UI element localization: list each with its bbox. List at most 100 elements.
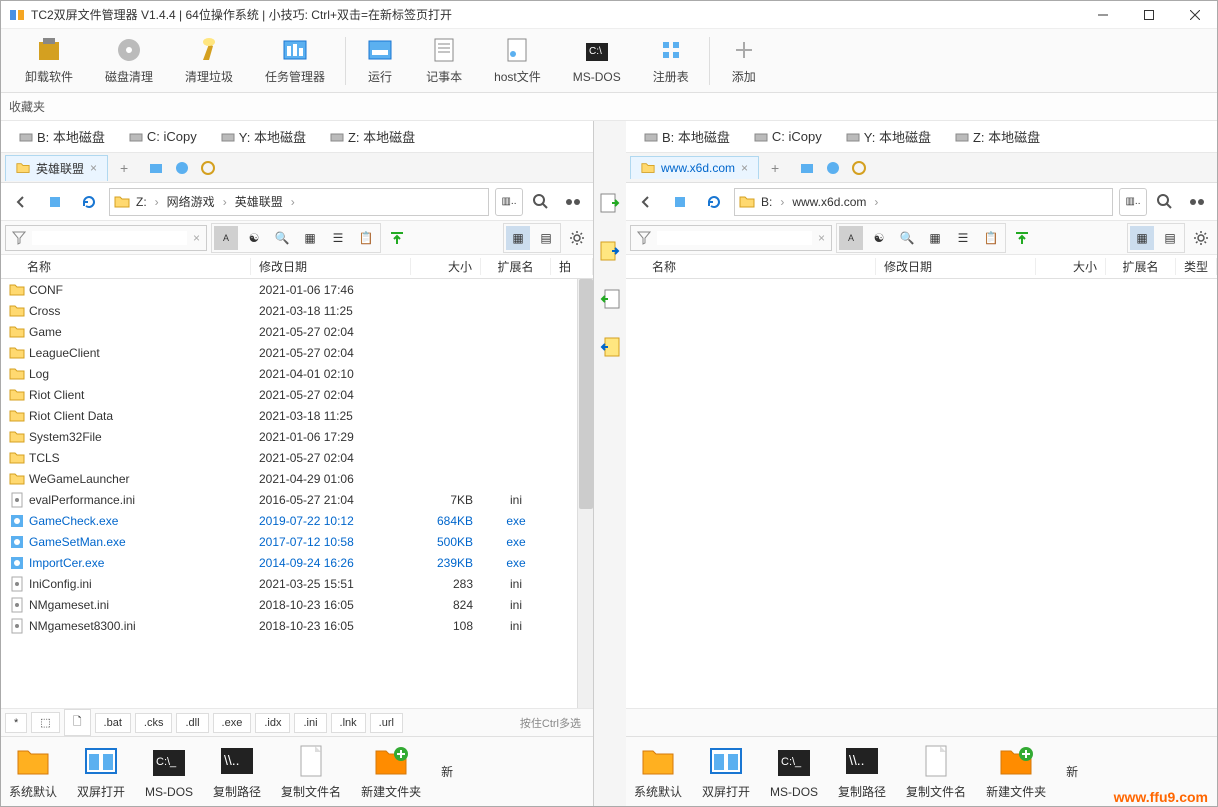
col-size[interactable]: 大小 xyxy=(411,258,481,275)
file-row[interactable]: System32File2021-01-06 17:29 xyxy=(1,426,577,447)
toolbar-brush[interactable]: 清理垃圾 xyxy=(169,32,249,89)
col-attr[interactable]: 类型 xyxy=(1176,258,1217,275)
toolbar-dos[interactable]: C:\MS-DOS xyxy=(557,34,637,88)
view-tool-icon[interactable]: 📋 xyxy=(354,226,378,250)
bottom-folder[interactable]: 系统默认 xyxy=(9,743,57,800)
back-button[interactable] xyxy=(632,188,660,216)
bottom-dos[interactable]: C:\_MS-DOS xyxy=(145,745,193,799)
col-attr[interactable]: 拍 xyxy=(551,258,593,275)
drive-item[interactable]: C: iCopy xyxy=(119,127,207,146)
tab-close-icon[interactable]: × xyxy=(90,161,97,175)
favorites-bar[interactable]: 收藏夹 xyxy=(1,93,1217,121)
drive-item[interactable]: C: iCopy xyxy=(744,127,832,146)
ext-filter[interactable]: .cks xyxy=(135,713,173,733)
file-row[interactable]: IniConfig.ini2021-03-25 15:51283ini xyxy=(1,573,577,594)
toolbar-disk-clean[interactable]: 磁盘清理 xyxy=(89,32,169,89)
breadcrumb-left[interactable]: Z:›网络游戏›英雄联盟› xyxy=(109,188,489,216)
bottom-copyname[interactable]: 复制文件名 xyxy=(281,743,341,800)
clear-icon[interactable]: × xyxy=(193,231,200,245)
file-header-right[interactable]: 名称 修改日期 大小 扩展名 类型 xyxy=(626,255,1217,279)
ext-filter[interactable]: .idx xyxy=(255,713,290,733)
ext-filter[interactable]: * xyxy=(5,713,27,733)
file-header-left[interactable]: 名称 修改日期 大小 扩展名 拍 xyxy=(1,255,593,279)
toolbar-host[interactable]: host文件 xyxy=(478,32,557,89)
file-row[interactable]: GameCheck.exe2019-07-22 10:12684KBexe xyxy=(1,510,577,531)
toolbar-run[interactable]: 运行 xyxy=(350,32,410,89)
tab-active-right[interactable]: www.x6d.com × xyxy=(630,156,759,179)
filter-field[interactable] xyxy=(32,231,187,245)
tab-active-left[interactable]: 英雄联盟 × xyxy=(5,155,108,181)
layout-icon[interactable]: ▦ xyxy=(506,226,530,250)
col-ext[interactable]: 扩展名 xyxy=(481,258,551,275)
search-button[interactable] xyxy=(1151,188,1179,216)
bottom-dual[interactable]: 双屏打开 xyxy=(77,743,125,800)
file-list-left[interactable]: CONF2021-01-06 17:46Cross2021-03-18 11:2… xyxy=(1,279,577,708)
breadcrumb-segment[interactable]: www.x6d.com xyxy=(788,195,870,209)
breadcrumb-segment[interactable]: 网络游戏 xyxy=(163,193,219,210)
view-button[interactable]: ▥.. xyxy=(495,188,523,216)
file-row[interactable]: ImportCer.exe2014-09-24 16:26239KBexe xyxy=(1,552,577,573)
ext-filter[interactable]: .url xyxy=(370,713,403,733)
ext-filter[interactable]: 🗋 xyxy=(64,709,91,736)
file-row[interactable]: LeagueClient2021-05-27 02:04 xyxy=(1,342,577,363)
settings-icon[interactable] xyxy=(1189,226,1213,250)
col-name[interactable]: 名称 xyxy=(19,258,251,275)
export-icon[interactable] xyxy=(1010,226,1034,250)
col-date[interactable]: 修改日期 xyxy=(876,258,1036,275)
toolbar-uninstall[interactable]: 卸载软件 xyxy=(9,32,89,89)
filter-input[interactable]: × xyxy=(5,225,207,251)
view-tool-icon[interactable]: ▦ xyxy=(923,226,947,250)
tab-tool-icon[interactable] xyxy=(148,160,164,176)
ext-filter[interactable]: .ini xyxy=(294,713,326,733)
view-tool-icon[interactable]: ▦ xyxy=(298,226,322,250)
new-tab-button[interactable]: + xyxy=(112,158,136,178)
breadcrumb-right[interactable]: B:›www.x6d.com› xyxy=(734,188,1113,216)
bottom-folder[interactable]: 系统默认 xyxy=(634,743,682,800)
file-row[interactable]: Riot Client Data2021-03-18 11:25 xyxy=(1,405,577,426)
bottom-copyname[interactable]: 复制文件名 xyxy=(906,743,966,800)
search-button[interactable] xyxy=(527,188,555,216)
breadcrumb-segment[interactable]: Z: xyxy=(132,195,151,209)
drive-item[interactable]: Y: 本地磁盘 xyxy=(836,125,941,148)
drive-item[interactable]: Z: 本地磁盘 xyxy=(320,125,425,148)
ext-filter[interactable]: ⬚ xyxy=(31,712,59,733)
view-tool-icon[interactable]: 📋 xyxy=(979,226,1003,250)
file-row[interactable]: CONF2021-01-06 17:46 xyxy=(1,279,577,300)
drive-item[interactable]: Z: 本地磁盘 xyxy=(945,125,1050,148)
col-date[interactable]: 修改日期 xyxy=(251,258,411,275)
filter-field[interactable] xyxy=(657,231,812,245)
view-tool-icon[interactable]: 🔍 xyxy=(895,226,919,250)
clear-icon[interactable]: × xyxy=(818,231,825,245)
file-row[interactable]: evalPerformance.ini2016-05-27 21:047KBin… xyxy=(1,489,577,510)
drive-item[interactable]: B: 本地磁盘 xyxy=(634,125,740,148)
view-tool-icon[interactable]: ☰ xyxy=(951,226,975,250)
ext-filter[interactable]: .dll xyxy=(176,713,208,733)
back-button[interactable] xyxy=(7,188,35,216)
tab-tool-icon[interactable] xyxy=(200,160,216,176)
tab-tool-icon[interactable] xyxy=(174,160,190,176)
home-button[interactable] xyxy=(41,188,69,216)
scrollbar-left[interactable] xyxy=(577,279,593,708)
ext-filter[interactable]: .exe xyxy=(213,713,252,733)
view-tool-icon[interactable]: ☯ xyxy=(242,226,266,250)
ext-filter[interactable]: .lnk xyxy=(331,713,366,733)
move-right-icon[interactable] xyxy=(598,239,622,263)
bottom-copypath[interactable]: \\..复制路径 xyxy=(838,743,886,800)
file-row[interactable]: NMgameset.ini2018-10-23 16:05824ini xyxy=(1,594,577,615)
close-button[interactable] xyxy=(1181,5,1209,25)
ext-filter[interactable]: .bat xyxy=(95,713,131,733)
bottom-more[interactable]: 新 xyxy=(1066,763,1078,780)
view-tool-icon[interactable]: ☰ xyxy=(326,226,350,250)
col-ext[interactable]: 扩展名 xyxy=(1106,258,1176,275)
col-name[interactable]: 名称 xyxy=(644,258,876,275)
layout-icon[interactable]: ▤ xyxy=(1158,226,1182,250)
copy-left-icon[interactable] xyxy=(598,287,622,311)
file-row[interactable]: Game2021-05-27 02:04 xyxy=(1,321,577,342)
copy-right-icon[interactable] xyxy=(598,191,622,215)
file-row[interactable]: WeGameLauncher2021-04-29 01:06 xyxy=(1,468,577,489)
file-row[interactable]: NMgameset8300.ini2018-10-23 16:05108ini xyxy=(1,615,577,636)
settings-icon[interactable] xyxy=(565,226,589,250)
bottom-newfolder[interactable]: 新建文件夹 xyxy=(361,743,421,800)
tab-tool-icon[interactable] xyxy=(851,160,867,176)
file-row[interactable]: GameSetMan.exe2017-07-12 10:58500KBexe xyxy=(1,531,577,552)
